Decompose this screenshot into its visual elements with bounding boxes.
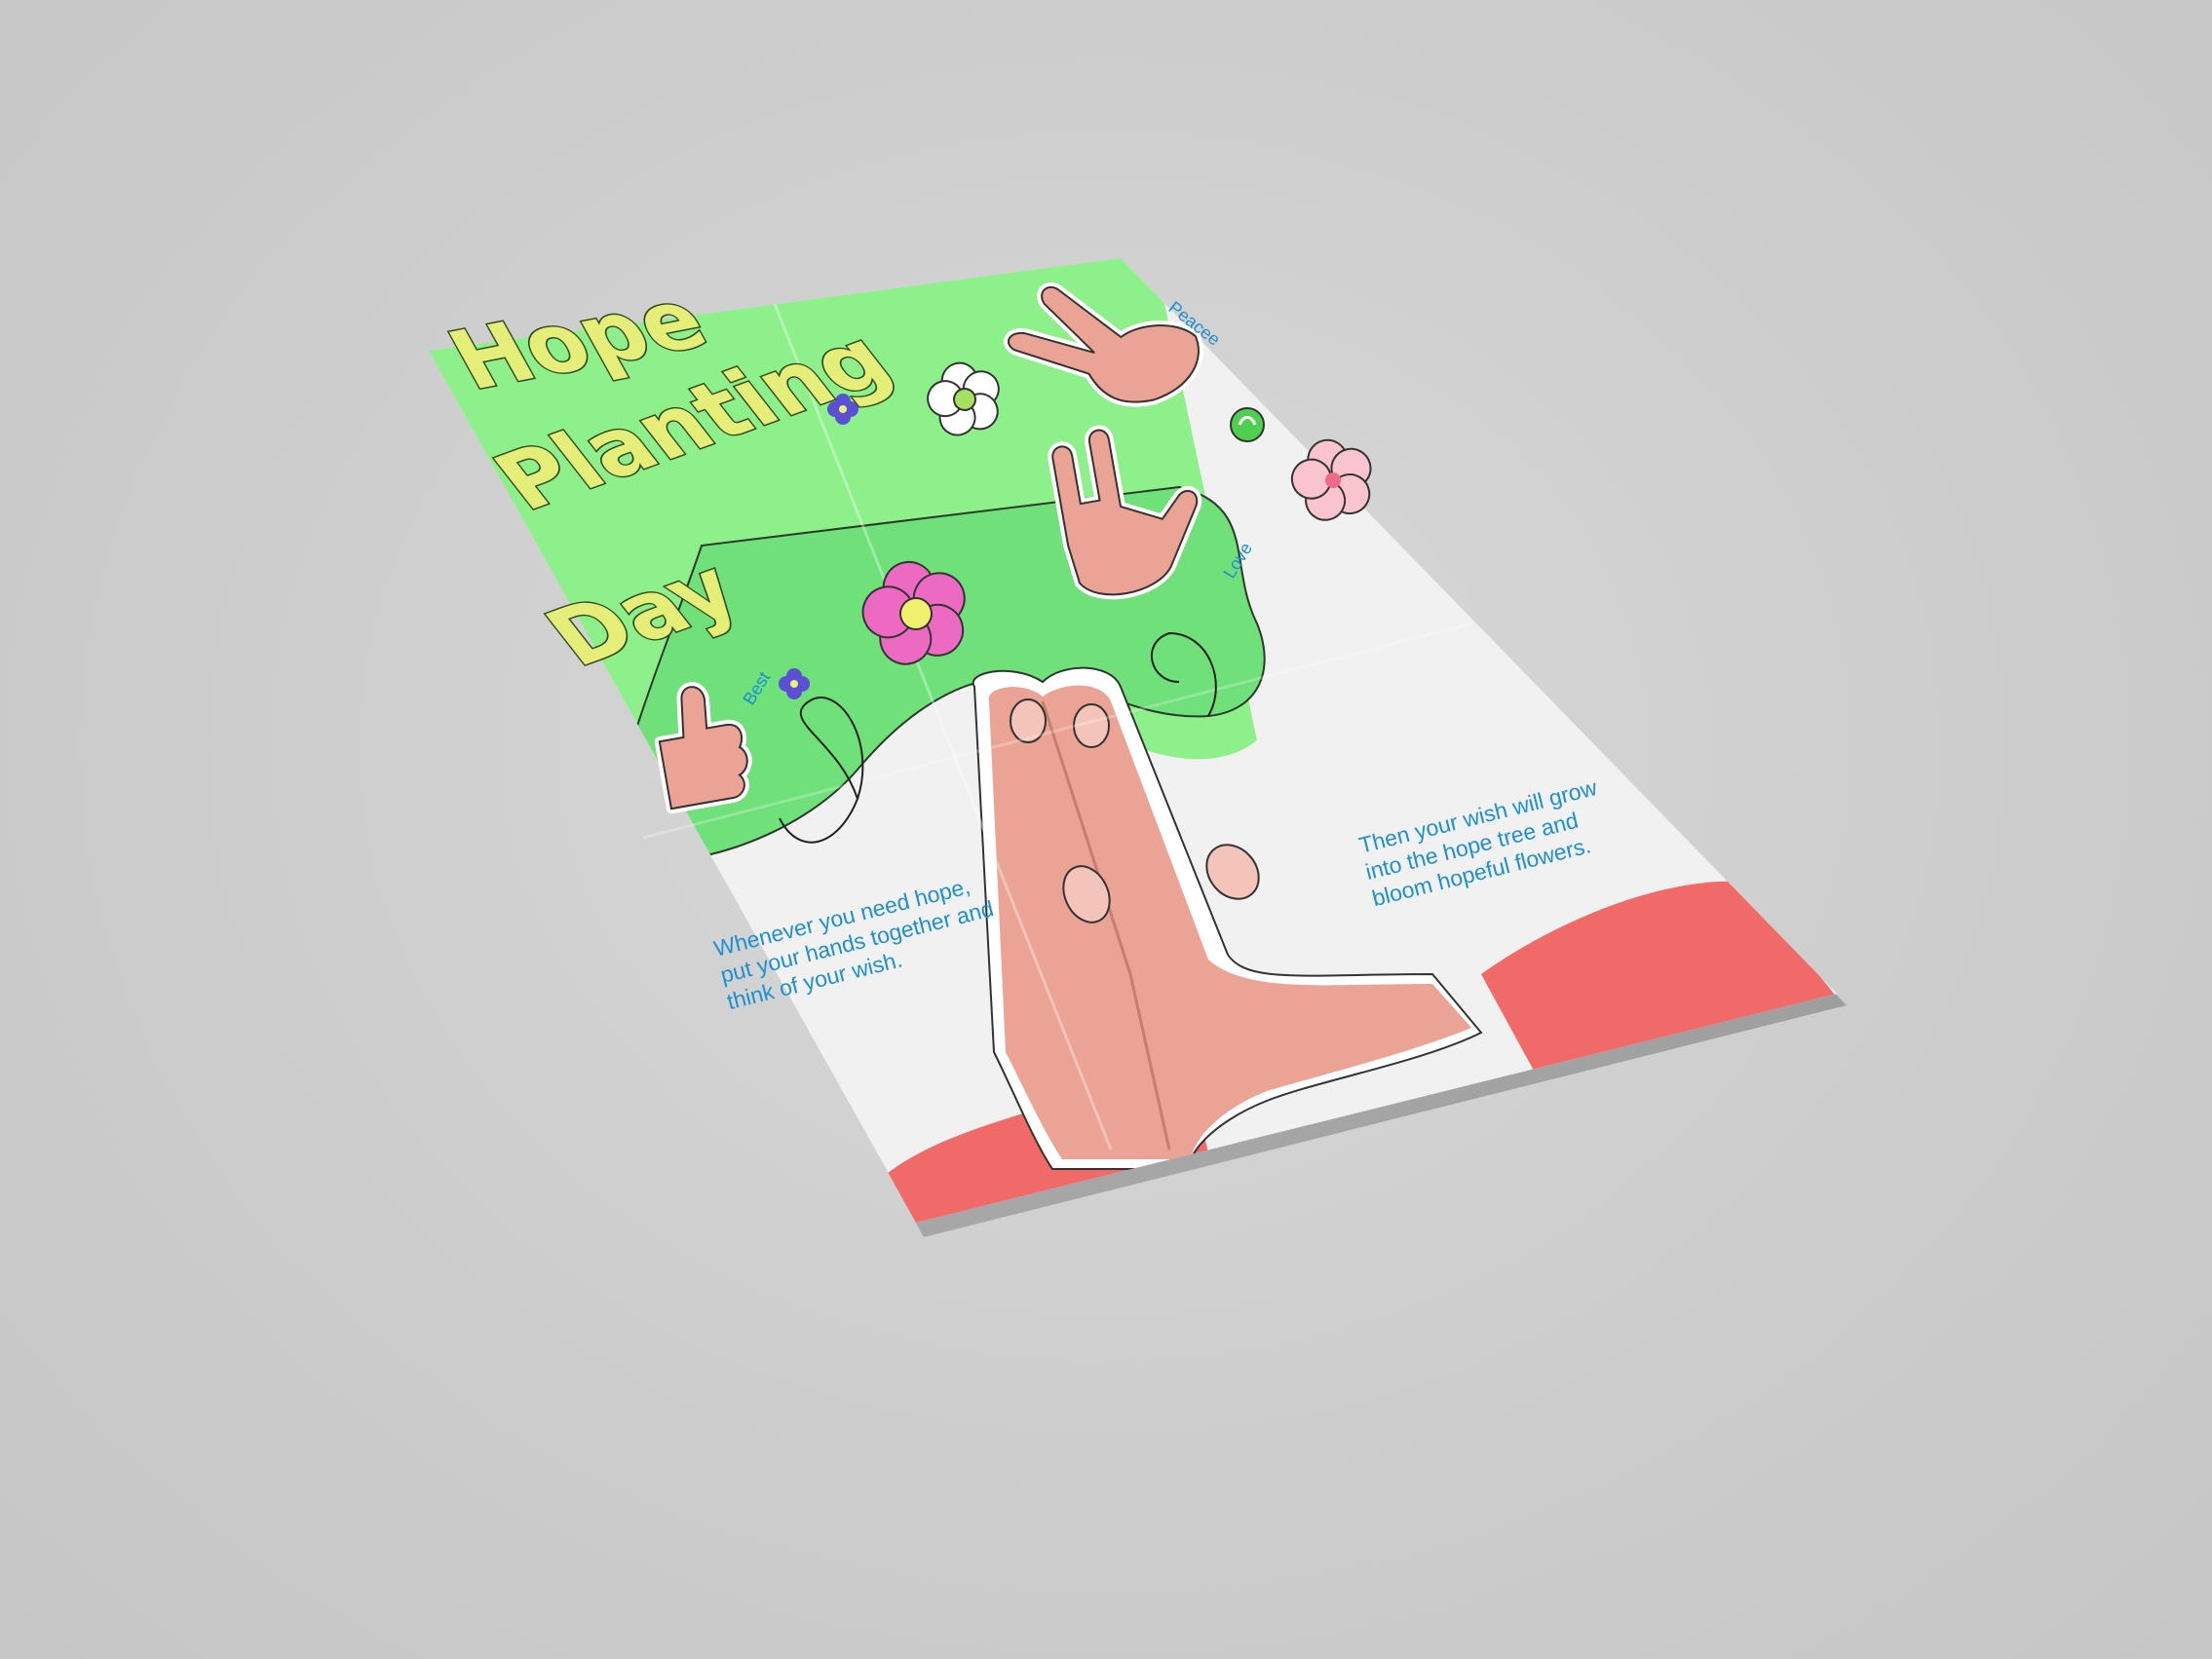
bud-icon <box>1230 407 1265 442</box>
poster-mockup: Peacee Love Best Hope Planting Day Whene… <box>429 258 1847 1237</box>
mockup-scene: Peacee Love Best Hope Planting Day Whene… <box>0 0 2212 1659</box>
